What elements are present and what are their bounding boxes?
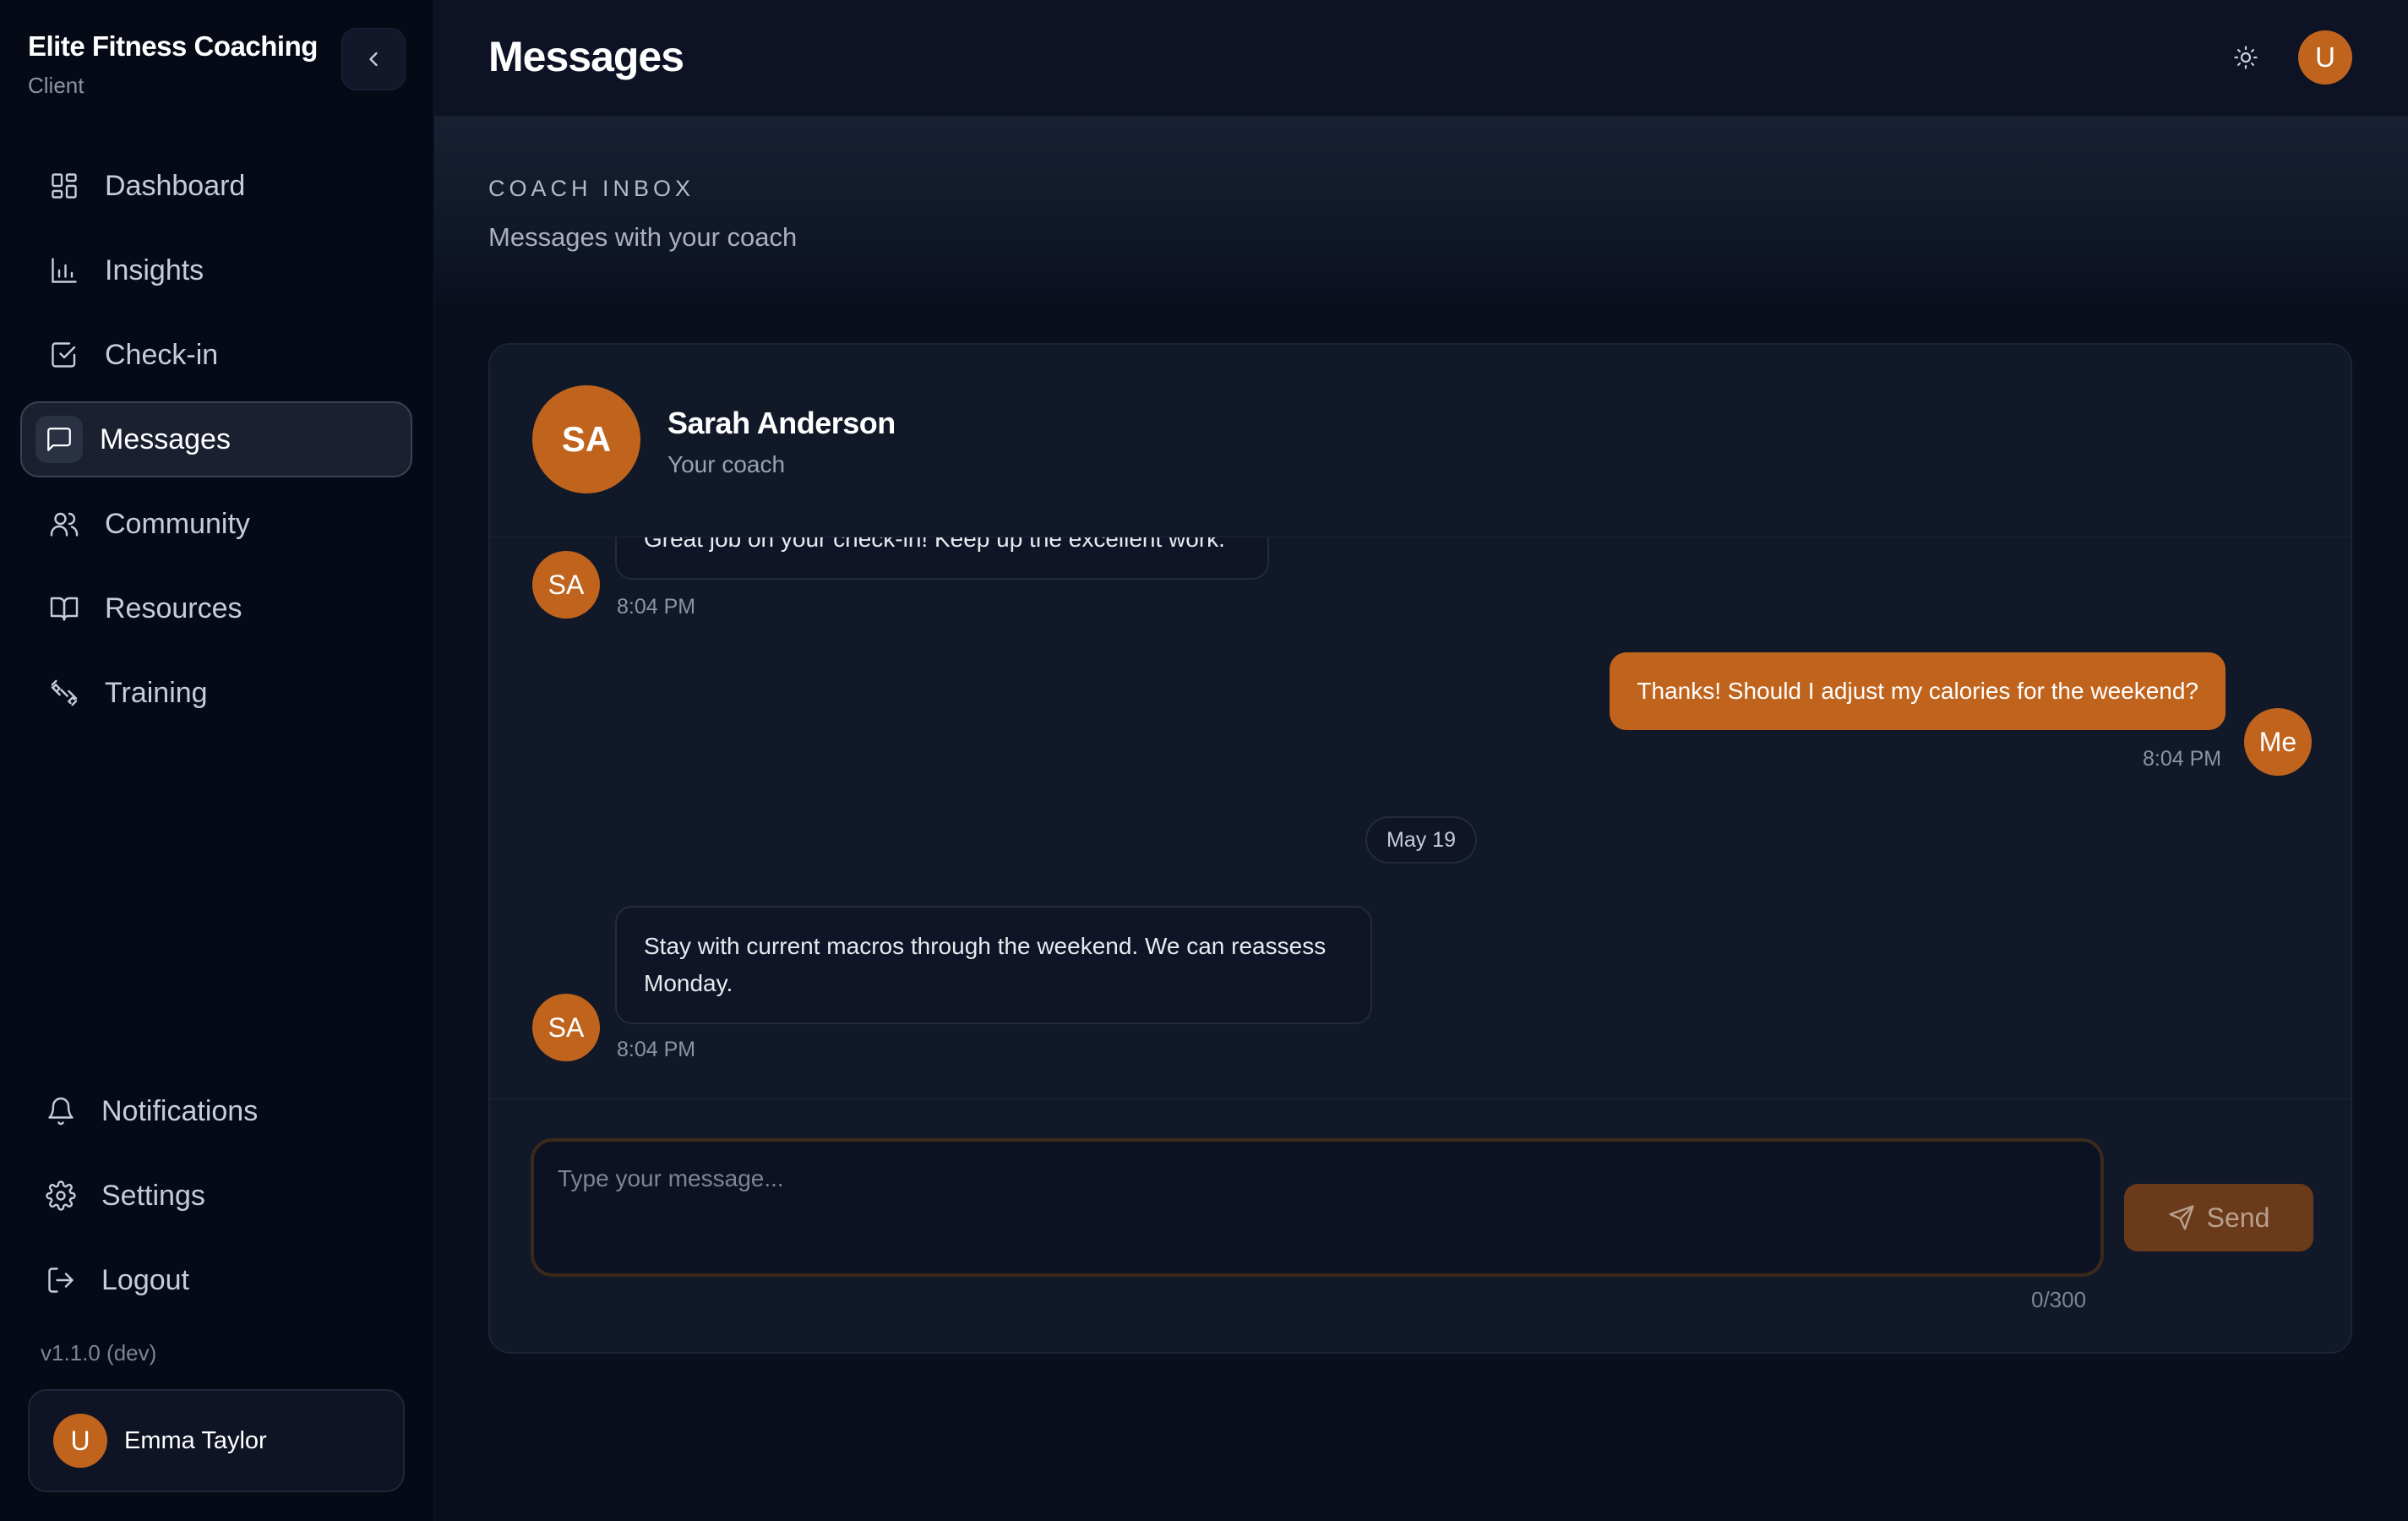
sidebar-item-label: Logout <box>101 1263 189 1296</box>
send-label: Send <box>2206 1202 2270 1233</box>
gear-icon <box>44 1179 78 1213</box>
sidebar-item-resources[interactable]: Resources <box>20 570 412 646</box>
send-icon <box>2168 1204 2195 1231</box>
message-avatar: Me <box>2244 708 2312 776</box>
avatar: U <box>53 1414 107 1468</box>
sidebar-item-label: Training <box>105 676 208 709</box>
main-content: Messages U COACH INBOX Messages with you… <box>434 0 2408 1521</box>
sidebar-item-check-in[interactable]: Check-in <box>20 317 412 393</box>
book-icon <box>47 592 81 625</box>
message-composer: Send 0/300 <box>490 1098 2351 1352</box>
chevron-left-icon <box>369 52 378 67</box>
dumbbell-icon <box>47 676 81 710</box>
brand-title: Elite Fitness Coaching <box>28 30 318 62</box>
sidebar-item-messages[interactable]: Messages <box>20 401 412 477</box>
coach-avatar: SA <box>532 385 640 493</box>
collapse-sidebar-button[interactable] <box>341 28 406 90</box>
coach-role: Your coach <box>667 451 786 477</box>
message-bubble-incoming: Stay with current macros through the wee… <box>615 906 1372 1024</box>
sidebar-item-training[interactable]: Training <box>20 655 412 731</box>
sidebar-item-notifications[interactable]: Notifications <box>20 1073 412 1149</box>
sun-icon <box>2234 46 2258 69</box>
message-avatar: SA <box>532 994 600 1061</box>
message-bubble-incoming: Great job on your check-in! Keep up the … <box>615 537 1269 580</box>
section-subtitle: Messages with your coach <box>488 222 798 252</box>
date-divider: May 19 <box>1365 816 1477 864</box>
message-icon <box>35 416 83 463</box>
sidebar-item-settings[interactable]: Settings <box>20 1158 412 1234</box>
sidebar: Elite Fitness Coaching Client Dashboard … <box>0 0 434 1521</box>
message-bubble-outgoing: Thanks! Should I adjust my calories for … <box>1610 652 2225 730</box>
account-avatar[interactable]: U <box>2298 30 2352 84</box>
bell-icon <box>44 1094 78 1128</box>
message-avatar: SA <box>532 551 600 619</box>
dashboard-icon <box>47 169 81 203</box>
sidebar-item-label: Messages <box>100 422 231 455</box>
sidebar-item-dashboard[interactable]: Dashboard <box>20 148 412 224</box>
sidebar-item-logout[interactable]: Logout <box>20 1242 412 1318</box>
character-counter: 0/300 <box>2031 1287 2087 1312</box>
sidebar-item-label: Settings <box>101 1179 205 1212</box>
theme-toggle-button[interactable] <box>2229 41 2263 74</box>
sidebar-item-label: Insights <box>105 254 204 286</box>
chat-panel: SA Sarah Anderson Your coach Great job o… <box>488 343 2352 1354</box>
sidebar-item-label: Notifications <box>101 1094 259 1127</box>
message-input[interactable] <box>531 1138 2104 1277</box>
page-title: Messages <box>488 33 684 80</box>
checkbox-icon <box>47 338 81 372</box>
bar-chart-icon <box>47 254 81 287</box>
top-bar: Messages U <box>434 0 2408 117</box>
section-eyebrow: COACH INBOX <box>488 176 695 201</box>
logout-icon <box>44 1263 78 1297</box>
sidebar-item-label: Resources <box>105 592 242 624</box>
main-nav: Dashboard Insights Check-in Messages Com… <box>20 148 412 739</box>
user-name: Emma Taylor <box>124 1426 267 1454</box>
brand: Elite Fitness Coaching Client <box>28 30 318 99</box>
user-profile-card[interactable]: U Emma Taylor <box>28 1389 405 1492</box>
brand-role: Client <box>28 73 84 98</box>
sidebar-item-community[interactable]: Community <box>20 486 412 562</box>
inbox-hero: COACH INBOX Messages with your coach <box>434 117 2408 303</box>
message-time: 8:04 PM <box>617 1038 696 1061</box>
message-time: 8:04 PM <box>617 595 696 619</box>
sidebar-item-label: Community <box>105 507 250 540</box>
message-time: 8:04 PM <box>2143 747 2222 771</box>
secondary-nav: Notifications Settings Logout <box>20 1073 412 1327</box>
chat-header: SA Sarah Anderson Your coach <box>490 345 2351 537</box>
coach-name: Sarah Anderson <box>667 406 896 440</box>
app: Elite Fitness Coaching Client Dashboard … <box>0 0 2408 1521</box>
sidebar-item-label: Dashboard <box>105 169 246 202</box>
users-icon <box>47 507 81 541</box>
version-label: v1.1.0 (dev) <box>41 1340 157 1366</box>
message-list[interactable]: Great job on your check-in! Keep up the … <box>490 537 2351 1098</box>
send-button[interactable]: Send <box>2124 1184 2313 1251</box>
sidebar-item-label: Check-in <box>105 338 219 371</box>
sidebar-item-insights[interactable]: Insights <box>20 232 412 308</box>
